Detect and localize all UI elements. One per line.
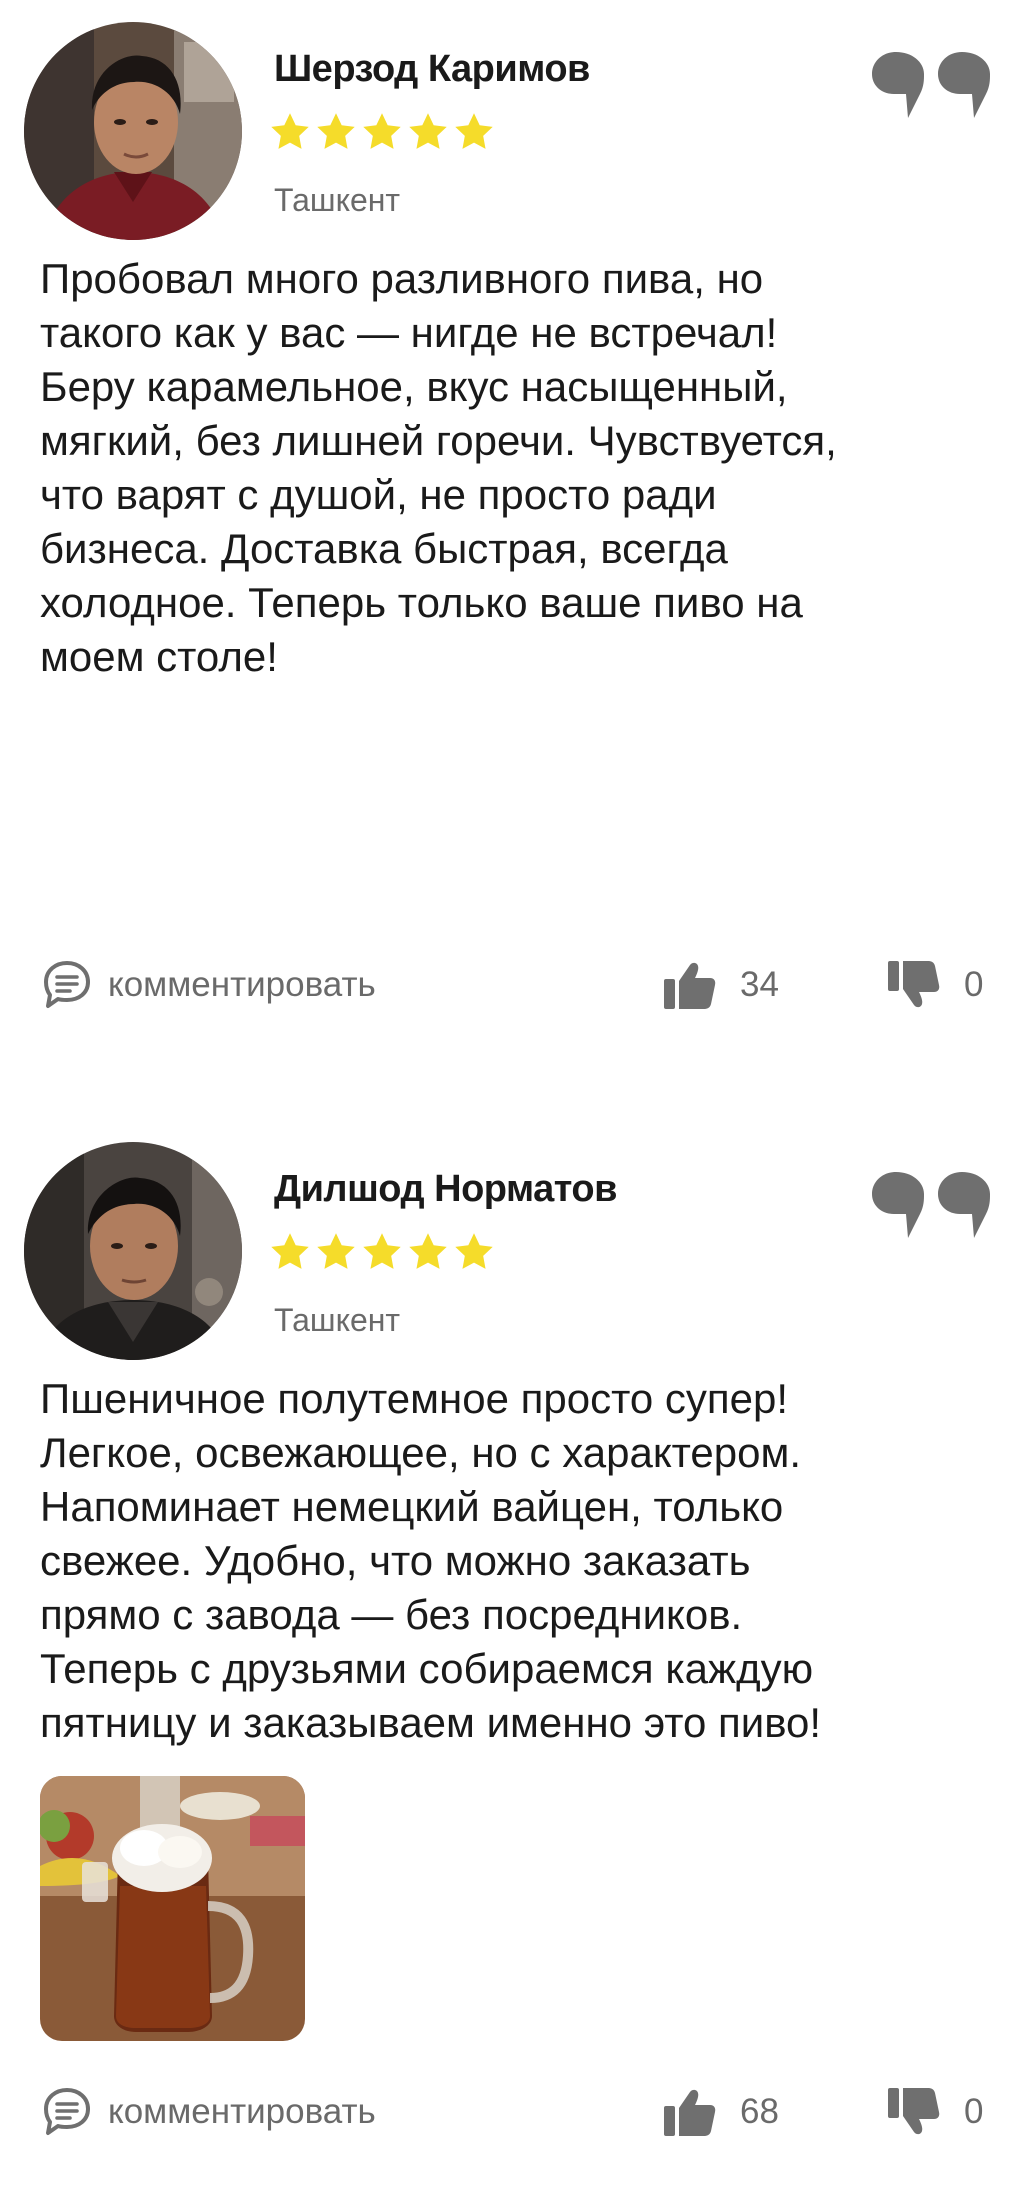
review-card: Дилшод Норматов Ташкент Пшеничное полуте… (0, 1120, 1024, 2187)
like-button[interactable]: 34 (662, 955, 779, 1015)
star-icon (409, 113, 447, 149)
review-card: Шерзод Каримов Ташкент Пробовал много ра… (0, 0, 1024, 1030)
comment-label: комментировать (108, 2092, 376, 2131)
author-city: Ташкент (274, 182, 401, 218)
thumbs-up-icon (664, 2089, 716, 2136)
avatar (24, 1142, 242, 1360)
star-icon (455, 1233, 493, 1269)
dislike-count: 0 (964, 2092, 984, 2131)
like-button[interactable]: 68 (662, 2082, 779, 2142)
thumbs-down-icon (888, 2088, 940, 2135)
star-icon (317, 1233, 355, 1269)
comment-button[interactable]: комментировать (40, 955, 376, 1015)
rating-stars (268, 110, 496, 158)
thumbs-down-icon (888, 961, 940, 1008)
author-name: Шерзод Каримов (274, 48, 590, 90)
thumbs-up-icon (664, 962, 716, 1009)
author-city: Ташкент (274, 1302, 401, 1338)
dislike-count: 0 (964, 965, 984, 1004)
star-icon (317, 113, 355, 149)
dislike-button[interactable]: 0 (886, 2082, 983, 2142)
quote-icon (872, 52, 990, 118)
beer-mug-photo (40, 1776, 305, 2041)
comment-label: комментировать (108, 965, 376, 1004)
avatar-photo (24, 22, 242, 240)
star-icon (271, 113, 309, 149)
like-count: 34 (740, 965, 779, 1004)
comment-icon (44, 961, 90, 1008)
review-text: Пробовал много разливного пива, но таког… (40, 255, 837, 680)
avatar (24, 22, 242, 240)
star-icon (271, 1233, 309, 1269)
author-name: Дилшод Норматов (274, 1168, 617, 1210)
star-icon (409, 1233, 447, 1269)
avatar-photo (24, 1142, 242, 1360)
like-count: 68 (740, 2092, 779, 2131)
comment-icon (44, 2088, 90, 2135)
review-text: Пшеничное полутемное просто супер! Легко… (40, 1375, 822, 1746)
star-icon (363, 113, 401, 149)
dislike-button[interactable]: 0 (886, 955, 983, 1015)
quote-icon (872, 1172, 990, 1238)
review-photo[interactable] (40, 1776, 305, 2041)
star-icon (455, 113, 493, 149)
rating-stars (268, 1230, 496, 1278)
review-actions: комментировать 68 0 (0, 2082, 1024, 2142)
star-icon (363, 1233, 401, 1269)
comment-button[interactable]: комментировать (40, 2082, 376, 2142)
review-actions: комментировать 34 0 (0, 955, 1024, 1015)
